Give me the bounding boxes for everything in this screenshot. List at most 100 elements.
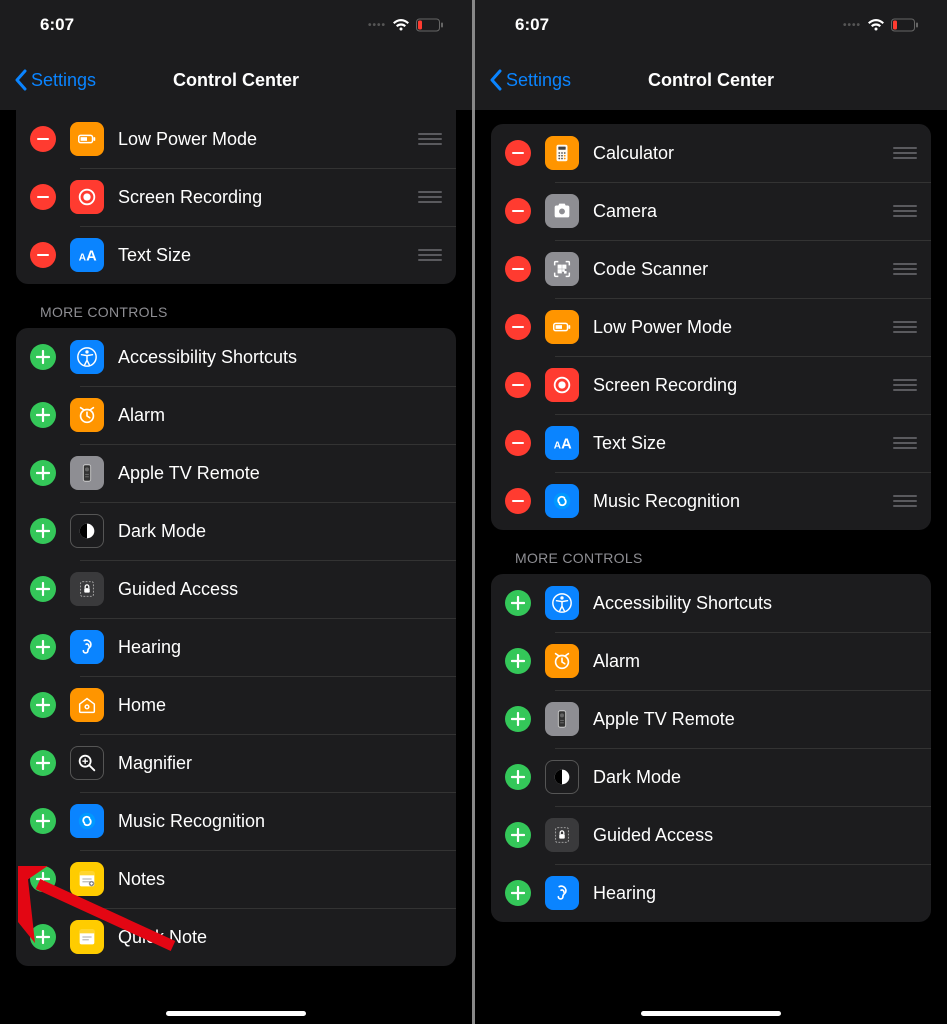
add-button[interactable] — [505, 880, 531, 906]
add-button[interactable] — [505, 822, 531, 848]
remove-button[interactable] — [505, 314, 531, 340]
reorder-handle[interactable] — [418, 133, 442, 145]
add-button[interactable] — [30, 344, 56, 370]
add-button[interactable] — [30, 402, 56, 428]
add-button[interactable] — [505, 648, 531, 674]
shazam-icon — [545, 484, 579, 518]
alarm-icon — [70, 398, 104, 432]
add-button[interactable] — [30, 576, 56, 602]
list-item: AA Text Size — [491, 414, 931, 472]
add-button[interactable] — [30, 750, 56, 776]
reorder-handle[interactable] — [893, 379, 917, 391]
tvremote-icon — [545, 702, 579, 736]
back-label: Settings — [506, 70, 571, 91]
add-button[interactable] — [505, 764, 531, 790]
back-button[interactable]: Settings — [489, 69, 571, 91]
reorder-handle[interactable] — [893, 147, 917, 159]
row-label: Dark Mode — [593, 767, 917, 788]
remove-button[interactable] — [30, 242, 56, 268]
list-item: Alarm — [16, 386, 456, 444]
row-label: Music Recognition — [593, 491, 879, 512]
list-item: Apple TV Remote — [491, 690, 931, 748]
remove-button[interactable] — [505, 198, 531, 224]
qr-icon — [545, 252, 579, 286]
reorder-handle[interactable] — [893, 321, 917, 333]
guided-icon — [545, 818, 579, 852]
row-label: Text Size — [593, 433, 879, 454]
reorder-handle[interactable] — [893, 263, 917, 275]
remove-button[interactable] — [505, 430, 531, 456]
hearing-icon — [545, 876, 579, 910]
row-label: Alarm — [118, 405, 442, 426]
add-button[interactable] — [30, 866, 56, 892]
remove-button[interactable] — [505, 488, 531, 514]
reorder-handle[interactable] — [893, 437, 917, 449]
remove-button[interactable] — [505, 140, 531, 166]
row-label: Apple TV Remote — [118, 463, 442, 484]
remove-button[interactable] — [30, 184, 56, 210]
accessibility-icon — [545, 586, 579, 620]
status-bar: 6:07 •••• — [475, 0, 947, 50]
home-indicator[interactable] — [641, 1011, 781, 1016]
list-item: Screen Recording — [491, 356, 931, 414]
add-button[interactable] — [505, 706, 531, 732]
list-item: Guided Access — [491, 806, 931, 864]
list-item: Guided Access — [16, 560, 456, 618]
textsize-icon: AA — [545, 426, 579, 460]
included-controls-list: Low Power ModeScreen RecordingAAText Siz… — [16, 110, 456, 284]
add-button[interactable] — [30, 518, 56, 544]
wifi-icon — [392, 18, 410, 32]
add-button[interactable] — [30, 634, 56, 660]
status-time: 6:07 — [40, 15, 74, 35]
row-label: Low Power Mode — [593, 317, 879, 338]
status-time: 6:07 — [515, 15, 549, 35]
add-button[interactable] — [30, 692, 56, 718]
textsize-icon: AA — [70, 238, 104, 272]
back-label: Settings — [31, 70, 96, 91]
remove-button[interactable] — [505, 372, 531, 398]
battery-icon — [70, 122, 104, 156]
accessibility-icon — [70, 340, 104, 374]
notes-icon — [70, 862, 104, 896]
hearing-icon — [70, 630, 104, 664]
home-indicator[interactable] — [166, 1011, 306, 1016]
add-button[interactable] — [505, 590, 531, 616]
svg-text:A: A — [86, 249, 97, 265]
row-label: Alarm — [593, 651, 917, 672]
row-label: Quick Note — [118, 927, 442, 948]
scroll-area[interactable]: CalculatorCameraCode ScannerLow Power Mo… — [475, 110, 947, 1024]
row-label: Guided Access — [593, 825, 917, 846]
list-item: Accessibility Shortcuts — [16, 328, 456, 386]
scroll-area[interactable]: Low Power ModeScreen RecordingAAText Siz… — [0, 110, 472, 1024]
reorder-handle[interactable] — [893, 495, 917, 507]
add-button[interactable] — [30, 924, 56, 950]
list-item: Low Power Mode — [16, 110, 456, 168]
add-button[interactable] — [30, 808, 56, 834]
phone-left: 6:07 •••• Settings Control Center Low Po… — [0, 0, 472, 1024]
record-icon — [70, 180, 104, 214]
home-icon — [70, 688, 104, 722]
reorder-handle[interactable] — [418, 249, 442, 261]
reorder-handle[interactable] — [893, 205, 917, 217]
included-controls-list: CalculatorCameraCode ScannerLow Power Mo… — [491, 124, 931, 530]
list-item: Hearing — [16, 618, 456, 676]
list-item: Dark Mode — [491, 748, 931, 806]
add-button[interactable] — [30, 460, 56, 486]
calculator-icon — [545, 136, 579, 170]
svg-text:A: A — [561, 437, 572, 453]
back-button[interactable]: Settings — [14, 69, 96, 91]
row-label: Accessibility Shortcuts — [593, 593, 917, 614]
list-item: Code Scanner — [491, 240, 931, 298]
status-bar: 6:07 •••• — [0, 0, 472, 50]
remove-button[interactable] — [505, 256, 531, 282]
reorder-handle[interactable] — [418, 191, 442, 203]
list-item: Music Recognition — [491, 472, 931, 530]
tvremote-icon — [70, 456, 104, 490]
row-label: Magnifier — [118, 753, 442, 774]
list-item: Notes — [16, 850, 456, 908]
battery-icon — [545, 310, 579, 344]
remove-button[interactable] — [30, 126, 56, 152]
more-controls-header: MORE CONTROLS — [0, 284, 472, 328]
battery-low-icon — [891, 18, 919, 32]
row-label: Screen Recording — [593, 375, 879, 396]
